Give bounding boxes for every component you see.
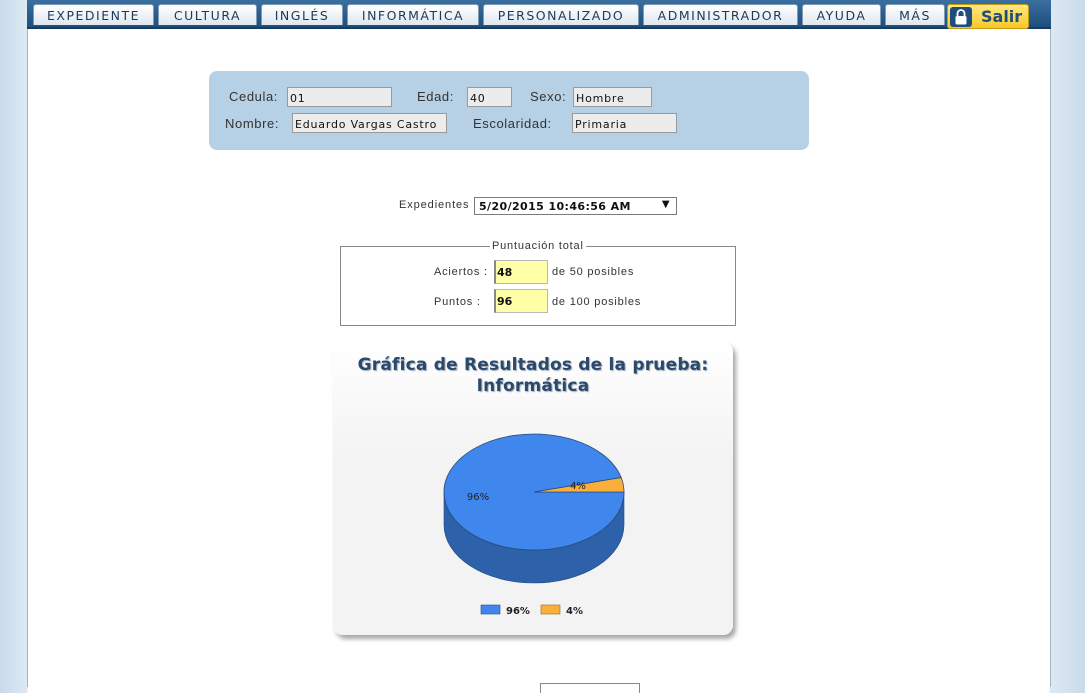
expedientes-selected: 5/20/2015 10:46:56 AM <box>479 200 631 213</box>
pie-data-label-1: 96% <box>467 492 489 503</box>
edad-label: Edad: <box>417 89 454 104</box>
legend-swatch-2 <box>540 604 561 615</box>
puntos-field[interactable]: 96 <box>494 289 548 313</box>
top-nav: EXPEDIENTE CULTURA INGLÉS INFORMÁTICA PE… <box>0 0 1085 29</box>
lock-icon <box>950 7 972 27</box>
sexo-field[interactable]: Hombre <box>573 87 652 107</box>
logout-button[interactable]: Salir <box>947 4 1029 29</box>
chart-card: Gráfica de Resultados de la prueba: Info… <box>333 342 733 635</box>
cedula-field[interactable]: 01 <box>287 87 392 107</box>
nombre-field[interactable]: Eduardo Vargas Castro <box>292 113 447 133</box>
cedula-label: Cedula: <box>229 89 279 104</box>
tab-expediente[interactable]: EXPEDIENTE <box>33 4 154 25</box>
aciertos-suffix: de 50 posibles <box>552 266 635 278</box>
sexo-label: Sexo: <box>530 89 567 104</box>
expedientes-label: Expedientes <box>399 199 470 211</box>
tab-ingles[interactable]: INGLÉS <box>261 4 343 25</box>
tab-ayuda[interactable]: AYUDA <box>802 4 881 25</box>
tab-cultura[interactable]: CULTURA <box>158 4 257 25</box>
profile-panel <box>209 71 809 150</box>
tab-personalizado[interactable]: PERSONALIZADO <box>483 4 639 25</box>
pie-chart: 96% 4% 96% 4% <box>443 433 625 617</box>
tab-administrador[interactable]: ADMINISTRADOR <box>643 4 798 25</box>
dropdown-arrow-icon: ▼ <box>661 199 670 210</box>
escolaridad-label: Escolaridad: <box>473 116 552 131</box>
legend-label-1: 96% <box>506 606 530 617</box>
puntos-label: Puntos : <box>434 296 481 308</box>
expedientes-select[interactable]: 5/20/2015 10:46:56 AM ▼ <box>474 197 677 215</box>
puntos-suffix: de 100 posibles <box>552 296 642 308</box>
legend-swatch-1 <box>480 604 501 615</box>
legend-label-2: 4% <box>566 606 583 617</box>
tab-informatica[interactable]: INFORMÁTICA <box>347 4 479 25</box>
tab-mas[interactable]: MÁS <box>885 4 945 25</box>
logout-label: Salir <box>981 7 1023 26</box>
bottom-partial-element <box>540 683 640 693</box>
score-legend: Puntuación total <box>490 240 586 252</box>
escolaridad-field[interactable]: Primaria <box>572 113 677 133</box>
edad-field[interactable]: 40 <box>467 87 512 107</box>
aciertos-label: Aciertos : <box>434 266 488 278</box>
nombre-label: Nombre: <box>225 116 280 131</box>
score-fieldset <box>340 246 736 326</box>
pie-data-label-2: 4% <box>570 481 586 492</box>
aciertos-field[interactable]: 48 <box>494 260 548 284</box>
